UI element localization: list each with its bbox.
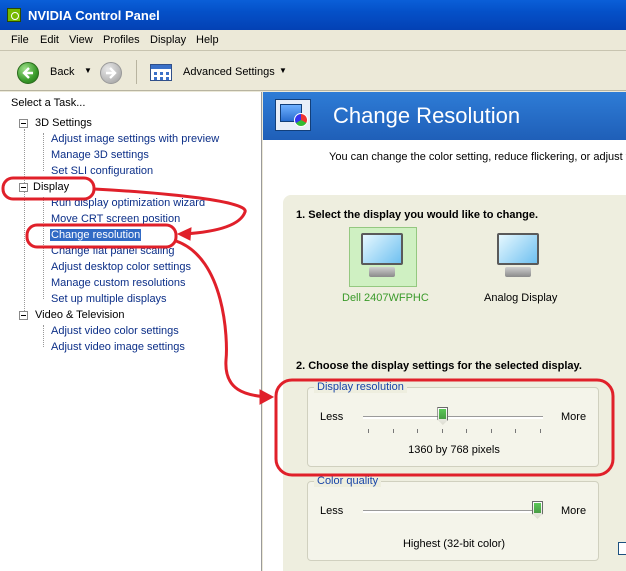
task-change-flat-panel-scaling[interactable]: Change flat panel scaling (51, 245, 175, 257)
task-move-crt-screen-position[interactable]: Move CRT screen position (51, 213, 180, 225)
toolbar-separator (136, 60, 137, 84)
category-display[interactable]: Display (33, 181, 69, 193)
menu-view[interactable]: View (69, 34, 93, 46)
menu-file[interactable]: File (11, 34, 29, 46)
task-set-up-multiple-displays[interactable]: Set up multiple displays (51, 293, 167, 305)
monitor-icon[interactable] (361, 233, 403, 279)
back-arrow-icon (22, 67, 33, 79)
category-3d-settings[interactable]: 3D Settings (35, 117, 92, 129)
step-2-heading: 2. Choose the display settings for the s… (296, 360, 582, 372)
forward-arrow-icon (106, 67, 117, 79)
resolution-value: 1360 by 768 pixels (408, 444, 500, 456)
menu-help[interactable]: Help (196, 34, 219, 46)
color-quality-slider-thumb[interactable] (532, 501, 543, 519)
color-quality-less-label: Less (320, 505, 344, 517)
resolution-slider-tick (539, 429, 541, 433)
step-1-heading: 1. Select the display you would like to … (296, 209, 539, 221)
task-tree: 3D Settings Adjust image settings with p… (0, 92, 262, 571)
task-change-resolution[interactable]: Change resolution (50, 229, 142, 241)
settings-checkbox[interactable] (618, 542, 626, 555)
resolution-less-label: Less (320, 411, 344, 423)
window-title: NVIDIA Control Panel (28, 8, 160, 23)
back-dropdown-icon[interactable]: ▼ (84, 66, 92, 75)
page-description: You can change the color setting, reduce… (329, 151, 626, 163)
display-analog-label[interactable]: Analog Display (484, 292, 557, 304)
task-pane: Select a Task... 3D Settings Adjust imag… (0, 92, 262, 571)
task-adjust-image-settings[interactable]: Adjust image settings with preview (51, 133, 219, 145)
resolution-more-label: More (561, 411, 587, 423)
resolution-slider-thumb[interactable] (437, 407, 449, 425)
task-manage-3d-settings[interactable]: Manage 3D settings (51, 149, 149, 161)
back-label[interactable]: Back (50, 66, 74, 78)
task-manage-custom-resolutions[interactable]: Manage custom resolutions (51, 277, 186, 289)
resolution-slider-tick (368, 429, 369, 433)
category-video-television[interactable]: Video & Television (35, 309, 125, 321)
display-resolution-group: Display resolution Less More 1360 by 768… (307, 381, 599, 467)
color-quality-legend: Color quality (314, 475, 382, 487)
expand-video-television-icon[interactable] (19, 311, 28, 320)
resolution-slider-tick (515, 429, 516, 433)
settings-panel: 1. Select the display you would like to … (283, 195, 626, 571)
resolution-slider-tick (466, 429, 467, 433)
menu-profiles[interactable]: Profiles (103, 34, 140, 46)
resolution-slider-tick (417, 429, 418, 433)
color-quality-value: Highest (32-bit color) (402, 538, 506, 550)
color-quality-slider-track[interactable] (363, 510, 543, 513)
content-pane: Change Resolution You can change the col… (263, 92, 626, 571)
change-resolution-icon (275, 99, 311, 131)
page-header: Change Resolution (263, 92, 626, 140)
task-run-display-optimization-wizard[interactable]: Run display optimization wizard (51, 197, 205, 209)
display-dell-label[interactable]: Dell 2407WFPHC (342, 292, 429, 304)
task-adjust-video-color-settings[interactable]: Adjust video color settings (51, 325, 179, 337)
menu-edit[interactable]: Edit (40, 34, 59, 46)
task-set-sli-configuration[interactable]: Set SLI configuration (51, 165, 153, 177)
back-button[interactable] (17, 62, 39, 84)
color-quality-more-label: More (561, 505, 587, 517)
expand-display-icon[interactable] (19, 183, 28, 192)
task-adjust-video-image-settings[interactable]: Adjust video image settings (51, 341, 185, 353)
advanced-settings-icon[interactable] (150, 64, 172, 81)
title-bar: NVIDIA Control Panel (0, 0, 626, 30)
color-quality-group: Color quality Less More Highest (32-bit … (307, 475, 599, 561)
menu-display[interactable]: Display (150, 34, 186, 46)
forward-button[interactable] (100, 62, 122, 84)
advanced-settings-button[interactable]: Advanced Settings (183, 66, 275, 78)
resolution-slider-tick (441, 429, 443, 433)
advanced-settings-dropdown-icon[interactable]: ▼ (279, 66, 287, 75)
display-resolution-legend: Display resolution (314, 381, 407, 393)
nvidia-logo-icon (7, 8, 21, 22)
expand-3d-settings-icon[interactable] (19, 119, 28, 128)
page-title: Change Resolution (333, 103, 521, 128)
monitor-icon[interactable] (497, 233, 539, 279)
resolution-slider-track[interactable] (363, 416, 543, 419)
toolbar: Back ▼ Advanced Settings ▼ (0, 52, 626, 91)
menu-bar: File Edit View Profiles Display Help (0, 30, 626, 51)
resolution-slider-tick (392, 429, 394, 433)
resolution-slider-tick (490, 429, 492, 433)
task-adjust-desktop-color-settings[interactable]: Adjust desktop color settings (51, 261, 191, 273)
